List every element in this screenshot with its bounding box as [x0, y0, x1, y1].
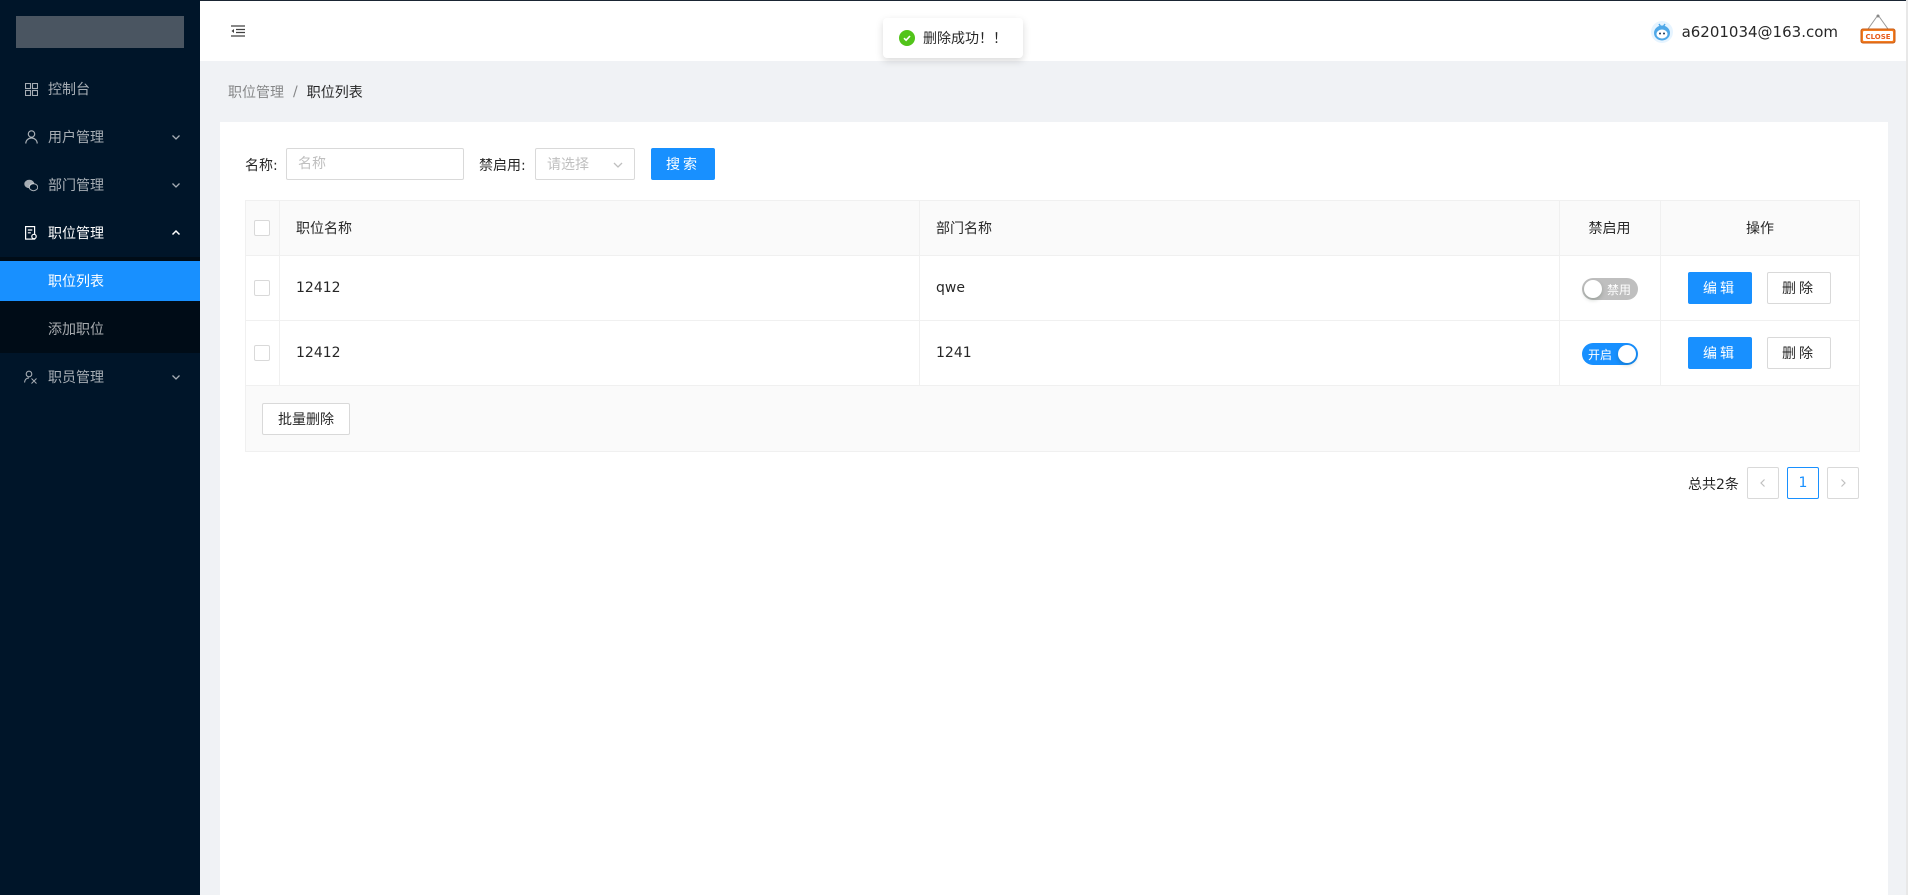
menu-item-label: 职位管理	[48, 226, 104, 242]
menu-item-label: 职员管理	[48, 370, 104, 386]
menu-item-staff[interactable]: 职员管理	[0, 357, 200, 397]
status-switch[interactable]: 禁用	[1582, 278, 1638, 300]
menu-item-departments[interactable]: 部门管理	[0, 165, 200, 205]
sub-item-label: 职位列表	[48, 274, 104, 290]
position-name: 12412	[296, 280, 341, 296]
row-checkbox[interactable]	[254, 280, 270, 296]
table-header: 职位名称 部门名称 禁启用 操作	[245, 200, 1860, 257]
delete-button[interactable]: 删除	[1767, 337, 1831, 369]
column-divider	[919, 256, 920, 321]
breadcrumb-separator: /	[293, 84, 298, 100]
user-icon	[24, 130, 38, 144]
solution-icon	[24, 226, 38, 240]
chevron-down-icon	[172, 135, 180, 140]
chevron-up-icon	[171, 229, 181, 236]
column-divider	[279, 201, 280, 257]
user-email: a6201034@163.com	[1681, 23, 1838, 41]
column-header-actions: 操作	[1746, 221, 1774, 237]
close-sign-text: CLOSE	[1865, 33, 1890, 41]
table-row: 12412 1241 开启 编辑 删除	[245, 321, 1860, 386]
next-page-button[interactable]	[1827, 467, 1859, 499]
chevron-down-icon	[613, 162, 623, 168]
edit-button[interactable]: 编辑	[1688, 272, 1752, 304]
column-divider	[279, 321, 280, 386]
chevron-left-icon	[1760, 479, 1765, 487]
logo	[16, 16, 184, 48]
column-divider	[279, 256, 280, 321]
menu-fold-icon[interactable]	[230, 23, 246, 39]
header: a6201034@163.com CLOSE	[200, 0, 1908, 61]
column-divider	[1559, 321, 1560, 386]
column-divider	[919, 321, 920, 386]
department-name: qwe	[936, 280, 965, 296]
sidebar: 控制台 用户管理 部门管理 职位管理 职位列表 添加职位 职员管理	[0, 0, 200, 895]
table-footer: 批量删除	[245, 386, 1860, 452]
breadcrumb: 职位管理 / 职位列表	[228, 82, 363, 102]
status-select-placeholder: 请选择	[547, 157, 589, 173]
dashboard-icon	[24, 82, 38, 96]
table-row: 12412 qwe 禁用 编辑 删除	[245, 256, 1860, 321]
status-switch[interactable]: 开启	[1582, 343, 1638, 365]
menu-item-positions[interactable]: 职位管理	[0, 213, 200, 253]
check-circle-icon	[899, 30, 915, 46]
sub-item-add-position[interactable]: 添加职位	[0, 309, 200, 349]
select-all-checkbox[interactable]	[254, 220, 270, 236]
column-divider	[1660, 256, 1661, 321]
edit-button[interactable]: 编辑	[1688, 337, 1752, 369]
logout-icon[interactable]: CLOSE	[1858, 13, 1898, 49]
switch-knob	[1584, 280, 1602, 298]
breadcrumb-parent[interactable]: 职位管理	[228, 82, 284, 102]
name-filter-label: 名称:	[245, 158, 278, 174]
delete-button[interactable]: 删除	[1767, 272, 1831, 304]
success-toast: 删除成功！！	[883, 18, 1023, 58]
toast-message: 删除成功！！	[923, 31, 1007, 47]
menu-item-dashboard[interactable]: 控制台	[0, 69, 200, 109]
wechat-icon	[24, 178, 38, 192]
column-divider	[919, 201, 920, 257]
page-1-button[interactable]: 1	[1787, 467, 1819, 499]
menu-item-label: 部门管理	[48, 178, 104, 194]
batch-delete-button[interactable]: 批量删除	[262, 403, 350, 435]
row-checkbox[interactable]	[254, 345, 270, 361]
sub-item-position-list[interactable]: 职位列表	[0, 261, 200, 301]
column-divider	[1660, 321, 1661, 386]
department-name: 1241	[936, 345, 972, 361]
status-filter-label: 禁启用:	[479, 158, 526, 174]
column-header-status: 禁启用	[1588, 221, 1631, 237]
column-header-department: 部门名称	[936, 221, 992, 237]
menu-item-label: 用户管理	[48, 130, 104, 146]
chevron-down-icon	[172, 183, 180, 188]
user-menu[interactable]: a6201034@163.com	[1650, 19, 1838, 45]
status-select[interactable]: 请选择	[535, 148, 635, 180]
usergroup-icon	[24, 370, 38, 384]
position-name: 12412	[296, 345, 341, 361]
switch-knob	[1618, 345, 1636, 363]
switch-label: 开启	[1588, 347, 1613, 362]
prev-page-button[interactable]	[1747, 467, 1779, 499]
chevron-right-icon	[1841, 479, 1846, 487]
chevron-down-icon	[172, 375, 180, 380]
avatar	[1650, 21, 1673, 43]
name-input[interactable]	[286, 148, 464, 180]
pagination-total: 总共2条	[1688, 477, 1739, 493]
sub-item-label: 添加职位	[48, 322, 104, 338]
column-header-position: 职位名称	[296, 221, 352, 237]
column-divider	[1559, 256, 1560, 321]
menu-item-label: 控制台	[48, 82, 90, 98]
breadcrumb-current: 职位列表	[306, 85, 363, 101]
menu-item-users[interactable]: 用户管理	[0, 117, 200, 157]
switch-label: 禁用	[1606, 282, 1631, 297]
search-button[interactable]: 搜索	[651, 148, 715, 180]
